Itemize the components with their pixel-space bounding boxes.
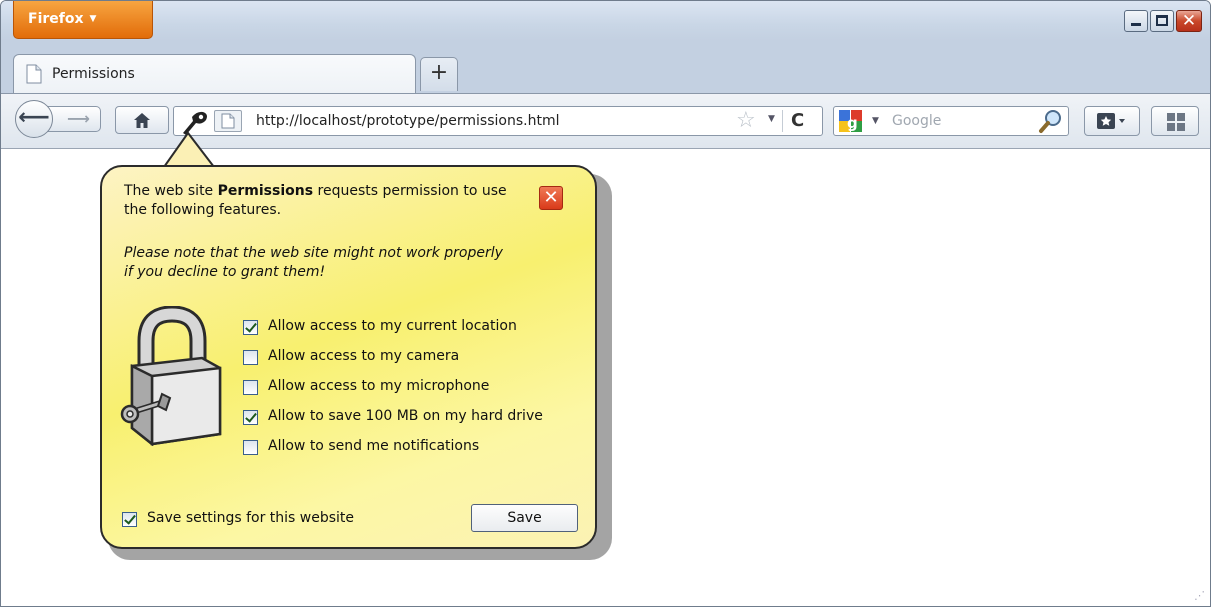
notifications-checkbox[interactable] [243, 440, 258, 455]
popup-intro: The web site Permissions requests permis… [124, 182, 534, 220]
search-placeholder: Google [892, 113, 942, 129]
permission-label: Allow to send me notifications [268, 438, 480, 454]
save-settings-checkbox[interactable] [122, 512, 137, 527]
bookmarks-star-icon [1097, 113, 1125, 129]
permission-label: Allow access to my microphone [268, 378, 490, 394]
intro-text-start: The web site [124, 183, 218, 199]
home-icon [134, 113, 150, 128]
back-forward-group: ⟶ ⟵ [15, 100, 107, 138]
site-name: Permissions [217, 183, 314, 199]
svg-text:g: g [847, 114, 858, 132]
permission-label: Allow to save 100 MB on my hard drive [268, 408, 543, 424]
maximize-button[interactable] [1150, 10, 1174, 32]
popup-pointer [164, 131, 215, 168]
url-bar[interactable]: http://localhost/prototype/permissions.h… [173, 106, 823, 136]
maximize-icon [1156, 15, 1168, 26]
close-icon: ✕ [1181, 11, 1197, 31]
minimize-button[interactable] [1124, 10, 1148, 32]
page-icon [26, 64, 42, 84]
dropdown-arrow-icon: ▼ [89, 14, 97, 24]
search-icon[interactable] [1038, 108, 1064, 134]
save-settings-label: Save settings for this website [147, 510, 355, 526]
bookmarks-button[interactable] [1084, 106, 1140, 136]
back-arrow-icon: ⟵ [18, 105, 50, 130]
forward-button[interactable]: ⟶ [45, 106, 101, 132]
save-button[interactable]: Save [471, 504, 578, 532]
storage-checkbox[interactable] [243, 410, 258, 425]
plus-icon: + [429, 60, 449, 85]
home-button[interactable] [115, 106, 169, 134]
close-window-button[interactable]: ✕ [1176, 10, 1202, 32]
tab-title: Permissions [52, 66, 135, 82]
reload-icon[interactable]: C [791, 110, 804, 132]
history-dropdown-icon[interactable]: ▼ [768, 114, 775, 124]
microphone-checkbox[interactable] [243, 380, 258, 395]
search-bar[interactable]: g ▼ Google [833, 106, 1069, 136]
search-engine-dropdown-icon[interactable]: ▼ [872, 116, 879, 126]
firefox-menu-label: Firefox [28, 11, 84, 27]
url-divider [782, 110, 783, 132]
permission-label: Allow access to my camera [268, 348, 460, 364]
back-button[interactable]: ⟵ [15, 100, 53, 138]
window-controls: ✕ [1124, 10, 1202, 32]
padlock-icon [120, 306, 222, 446]
forward-arrow-icon: ⟶ [67, 109, 90, 128]
popup-note: Please note that the web site might not … [124, 245, 503, 280]
bookmark-star-icon[interactable]: ☆ [736, 109, 756, 133]
minimize-icon [1131, 23, 1141, 26]
permissions-popup: The web site Permissions requests permis… [100, 165, 597, 549]
tab-permissions[interactable]: Permissions [13, 54, 416, 94]
page-icon [221, 113, 235, 129]
location-checkbox[interactable] [243, 320, 258, 335]
tab-groups-button[interactable] [1151, 106, 1199, 136]
firefox-menu-button[interactable]: Firefox ▼ [13, 1, 153, 39]
grid-icon [1167, 113, 1185, 131]
permission-label: Allow access to my current location [268, 318, 517, 334]
close-icon: ✕ [543, 187, 559, 208]
camera-checkbox[interactable] [243, 350, 258, 365]
popup-close-button[interactable]: ✕ [539, 186, 563, 210]
url-text: http://localhost/prototype/permissions.h… [256, 113, 560, 129]
google-icon[interactable]: g [838, 109, 864, 133]
title-bar [1, 1, 1210, 41]
new-tab-button[interactable]: + [420, 57, 458, 91]
resize-grip-icon[interactable]: ⋰ [1194, 589, 1205, 602]
